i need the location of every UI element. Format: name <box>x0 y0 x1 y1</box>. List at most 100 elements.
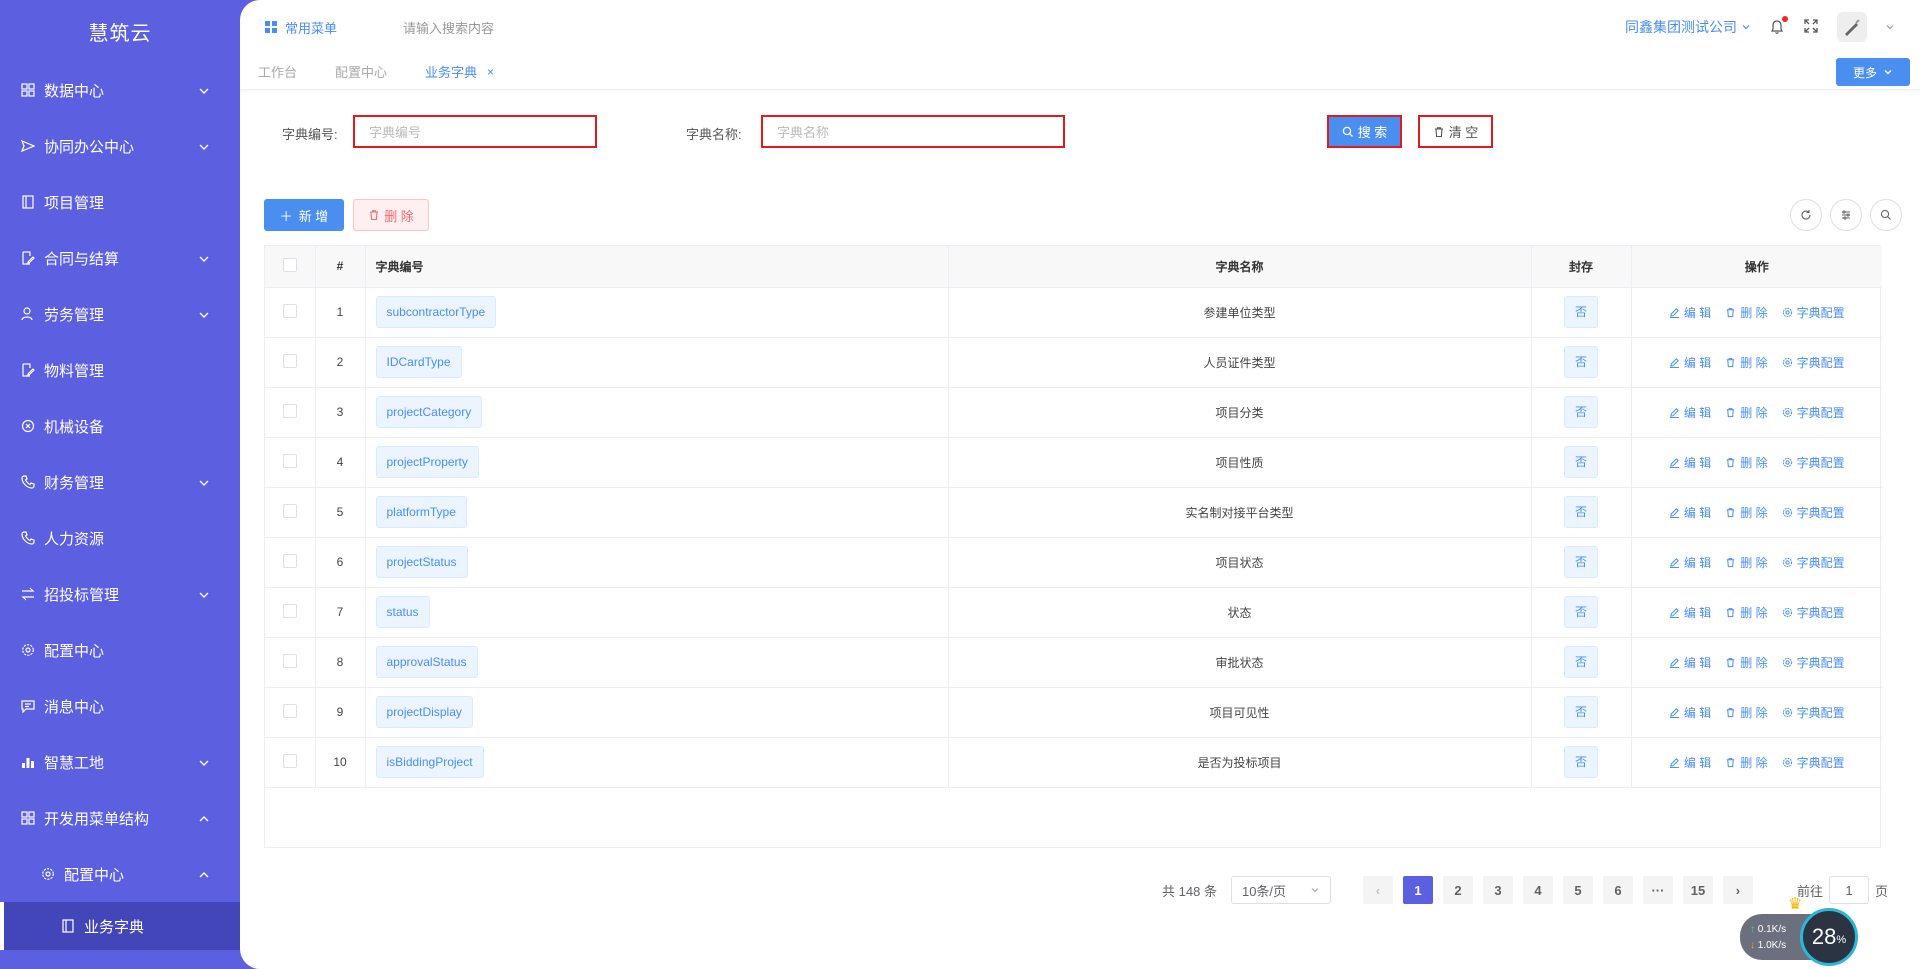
dict-code-tag[interactable]: IDCardType <box>375 346 462 378</box>
page-number-button[interactable]: 2 <box>1442 876 1473 904</box>
dict-code-tag[interactable]: isBiddingProject <box>375 746 484 778</box>
dict-config-button[interactable]: 字典配置 <box>1782 304 1845 321</box>
network-speed-widget[interactable]: ♛ ↑ 0.1K/s ↓ 1.0K/s 28% <box>1740 896 1860 966</box>
tab-business-dictionary[interactable]: 业务字典 × <box>425 62 494 81</box>
global-search-input[interactable]: 请输入搜索内容 <box>403 18 494 37</box>
delete-button[interactable]: 删 除 <box>1725 404 1768 421</box>
dict-config-button[interactable]: 字典配置 <box>1782 354 1845 371</box>
sidebar-item[interactable]: 劳务管理 <box>0 286 240 342</box>
sidebar-item[interactable]: 数据中心 <box>0 62 240 118</box>
edit-button[interactable]: 编 辑 <box>1669 604 1711 621</box>
edit-button[interactable]: 编 辑 <box>1669 404 1711 421</box>
dict-code-input[interactable]: 字典编号 <box>353 115 597 148</box>
sidebar-subitem-config-center[interactable]: 配置中心 <box>0 846 240 902</box>
dict-code-tag[interactable]: platformType <box>375 496 467 528</box>
delete-button[interactable]: 删 除 <box>1725 554 1768 571</box>
page-number-button[interactable]: 3 <box>1482 876 1513 904</box>
edit-button[interactable]: 编 辑 <box>1669 454 1711 471</box>
dict-config-button[interactable]: 字典配置 <box>1782 654 1845 671</box>
goto-page-input[interactable]: 1 <box>1828 876 1869 904</box>
sidebar-item[interactable]: 人力资源 <box>0 510 240 566</box>
next-page-button[interactable]: › <box>1722 876 1753 904</box>
dict-name-input[interactable]: 字典名称 <box>761 115 1065 148</box>
company-selector[interactable]: 同鑫集团测试公司 <box>1625 17 1751 37</box>
sidebar-item[interactable]: 财务管理 <box>0 454 240 510</box>
dict-code-tag[interactable]: status <box>375 596 430 628</box>
row-checkbox[interactable] <box>265 737 316 788</box>
delete-button[interactable]: 删 除 <box>1725 304 1768 321</box>
tab-workbench[interactable]: 工作台 <box>258 62 297 81</box>
delete-button[interactable]: 删 除 <box>1725 604 1768 621</box>
dict-config-button[interactable]: 字典配置 <box>1782 604 1845 621</box>
edit-button[interactable]: 编 辑 <box>1669 354 1711 371</box>
user-avatar[interactable] <box>1837 12 1867 42</box>
common-menu-button[interactable]: 常用菜单 <box>265 18 337 37</box>
delete-button[interactable]: 删 除 <box>1725 654 1768 671</box>
sidebar-item[interactable]: 招投标管理 <box>0 566 240 622</box>
more-button[interactable]: 更多 <box>1836 58 1910 86</box>
delete-button[interactable]: 删 除 <box>1725 754 1768 771</box>
page-number-button[interactable]: 15 <box>1682 876 1713 904</box>
delete-button[interactable]: 删 除 <box>1725 504 1768 521</box>
refresh-button[interactable] <box>1790 199 1822 231</box>
page-number-button[interactable]: 6 <box>1602 876 1633 904</box>
dict-code-tag[interactable]: projectCategory <box>375 396 483 428</box>
sidebar-item[interactable]: 协同办公中心 <box>0 118 240 174</box>
row-checkbox[interactable] <box>265 337 316 388</box>
edit-button[interactable]: 编 辑 <box>1669 504 1711 521</box>
dict-config-button[interactable]: 字典配置 <box>1782 554 1845 571</box>
row-checkbox[interactable] <box>265 387 316 438</box>
tab-close-icon[interactable]: × <box>487 65 494 79</box>
delete-button[interactable]: 删 除 <box>1725 704 1768 721</box>
search-button[interactable]: 搜 索 <box>1327 115 1402 148</box>
user-menu-chevron-icon[interactable] <box>1885 22 1895 32</box>
dict-code-tag[interactable]: subcontractorType <box>375 296 497 328</box>
dict-config-button[interactable]: 字典配置 <box>1782 754 1845 771</box>
dict-code-tag[interactable]: projectStatus <box>375 546 468 578</box>
batch-delete-button[interactable]: 删 除 <box>353 199 429 231</box>
sidebar-item[interactable]: 智慧工地 <box>0 734 240 790</box>
edit-button[interactable]: 编 辑 <box>1669 754 1711 771</box>
row-checkbox[interactable] <box>265 637 316 688</box>
row-checkbox[interactable] <box>265 287 316 338</box>
sidebar-item[interactable]: 物料管理 <box>0 342 240 398</box>
fullscreen-icon[interactable] <box>1803 18 1819 37</box>
page-number-button[interactable]: ··· <box>1642 876 1673 904</box>
toggle-search-button[interactable] <box>1870 199 1902 231</box>
notification-bell-icon[interactable] <box>1769 16 1788 35</box>
row-checkbox[interactable] <box>265 537 316 588</box>
edit-button[interactable]: 编 辑 <box>1669 554 1711 571</box>
page-size-select[interactable]: 10条/页 <box>1230 876 1331 904</box>
dict-code-tag[interactable]: projectDisplay <box>375 696 473 728</box>
sidebar-item[interactable]: 项目管理 <box>0 174 240 230</box>
delete-button[interactable]: 删 除 <box>1725 454 1768 471</box>
edit-button[interactable]: 编 辑 <box>1669 704 1711 721</box>
sidebar-item[interactable]: 配置中心 <box>0 622 240 678</box>
row-checkbox[interactable] <box>265 437 316 488</box>
column-settings-button[interactable] <box>1830 199 1862 231</box>
select-all-checkbox[interactable] <box>265 246 316 288</box>
dict-code-tag[interactable]: approvalStatus <box>375 646 478 678</box>
tab-config-center[interactable]: 配置中心 <box>335 62 387 81</box>
dict-config-button[interactable]: 字典配置 <box>1782 454 1845 471</box>
add-button[interactable]: ＋ 新 增 <box>264 199 344 231</box>
dict-config-button[interactable]: 字典配置 <box>1782 504 1845 521</box>
page-number-button[interactable]: 5 <box>1562 876 1593 904</box>
dict-config-button[interactable]: 字典配置 <box>1782 704 1845 721</box>
delete-button[interactable]: 删 除 <box>1725 354 1768 371</box>
dict-config-button[interactable]: 字典配置 <box>1782 404 1845 421</box>
clear-button[interactable]: 清 空 <box>1418 115 1493 148</box>
sidebar-item[interactable]: 消息中心 <box>0 678 240 734</box>
edit-button[interactable]: 编 辑 <box>1669 654 1711 671</box>
edit-button[interactable]: 编 辑 <box>1669 304 1711 321</box>
row-checkbox[interactable] <box>265 487 316 538</box>
sidebar-item[interactable]: 机械设备 <box>0 398 240 454</box>
page-number-button[interactable]: 4 <box>1522 876 1553 904</box>
row-checkbox[interactable] <box>265 687 316 738</box>
sidebar-subitem-business-dictionary[interactable]: 业务字典 <box>0 902 240 950</box>
dict-code-tag[interactable]: projectProperty <box>375 446 479 478</box>
sidebar-item[interactable]: 合同与结算 <box>0 230 240 286</box>
sidebar-item[interactable]: 开发用菜单结构 <box>0 790 240 846</box>
prev-page-button[interactable]: ‹ <box>1362 876 1393 904</box>
page-number-button[interactable]: 1 <box>1402 876 1433 904</box>
